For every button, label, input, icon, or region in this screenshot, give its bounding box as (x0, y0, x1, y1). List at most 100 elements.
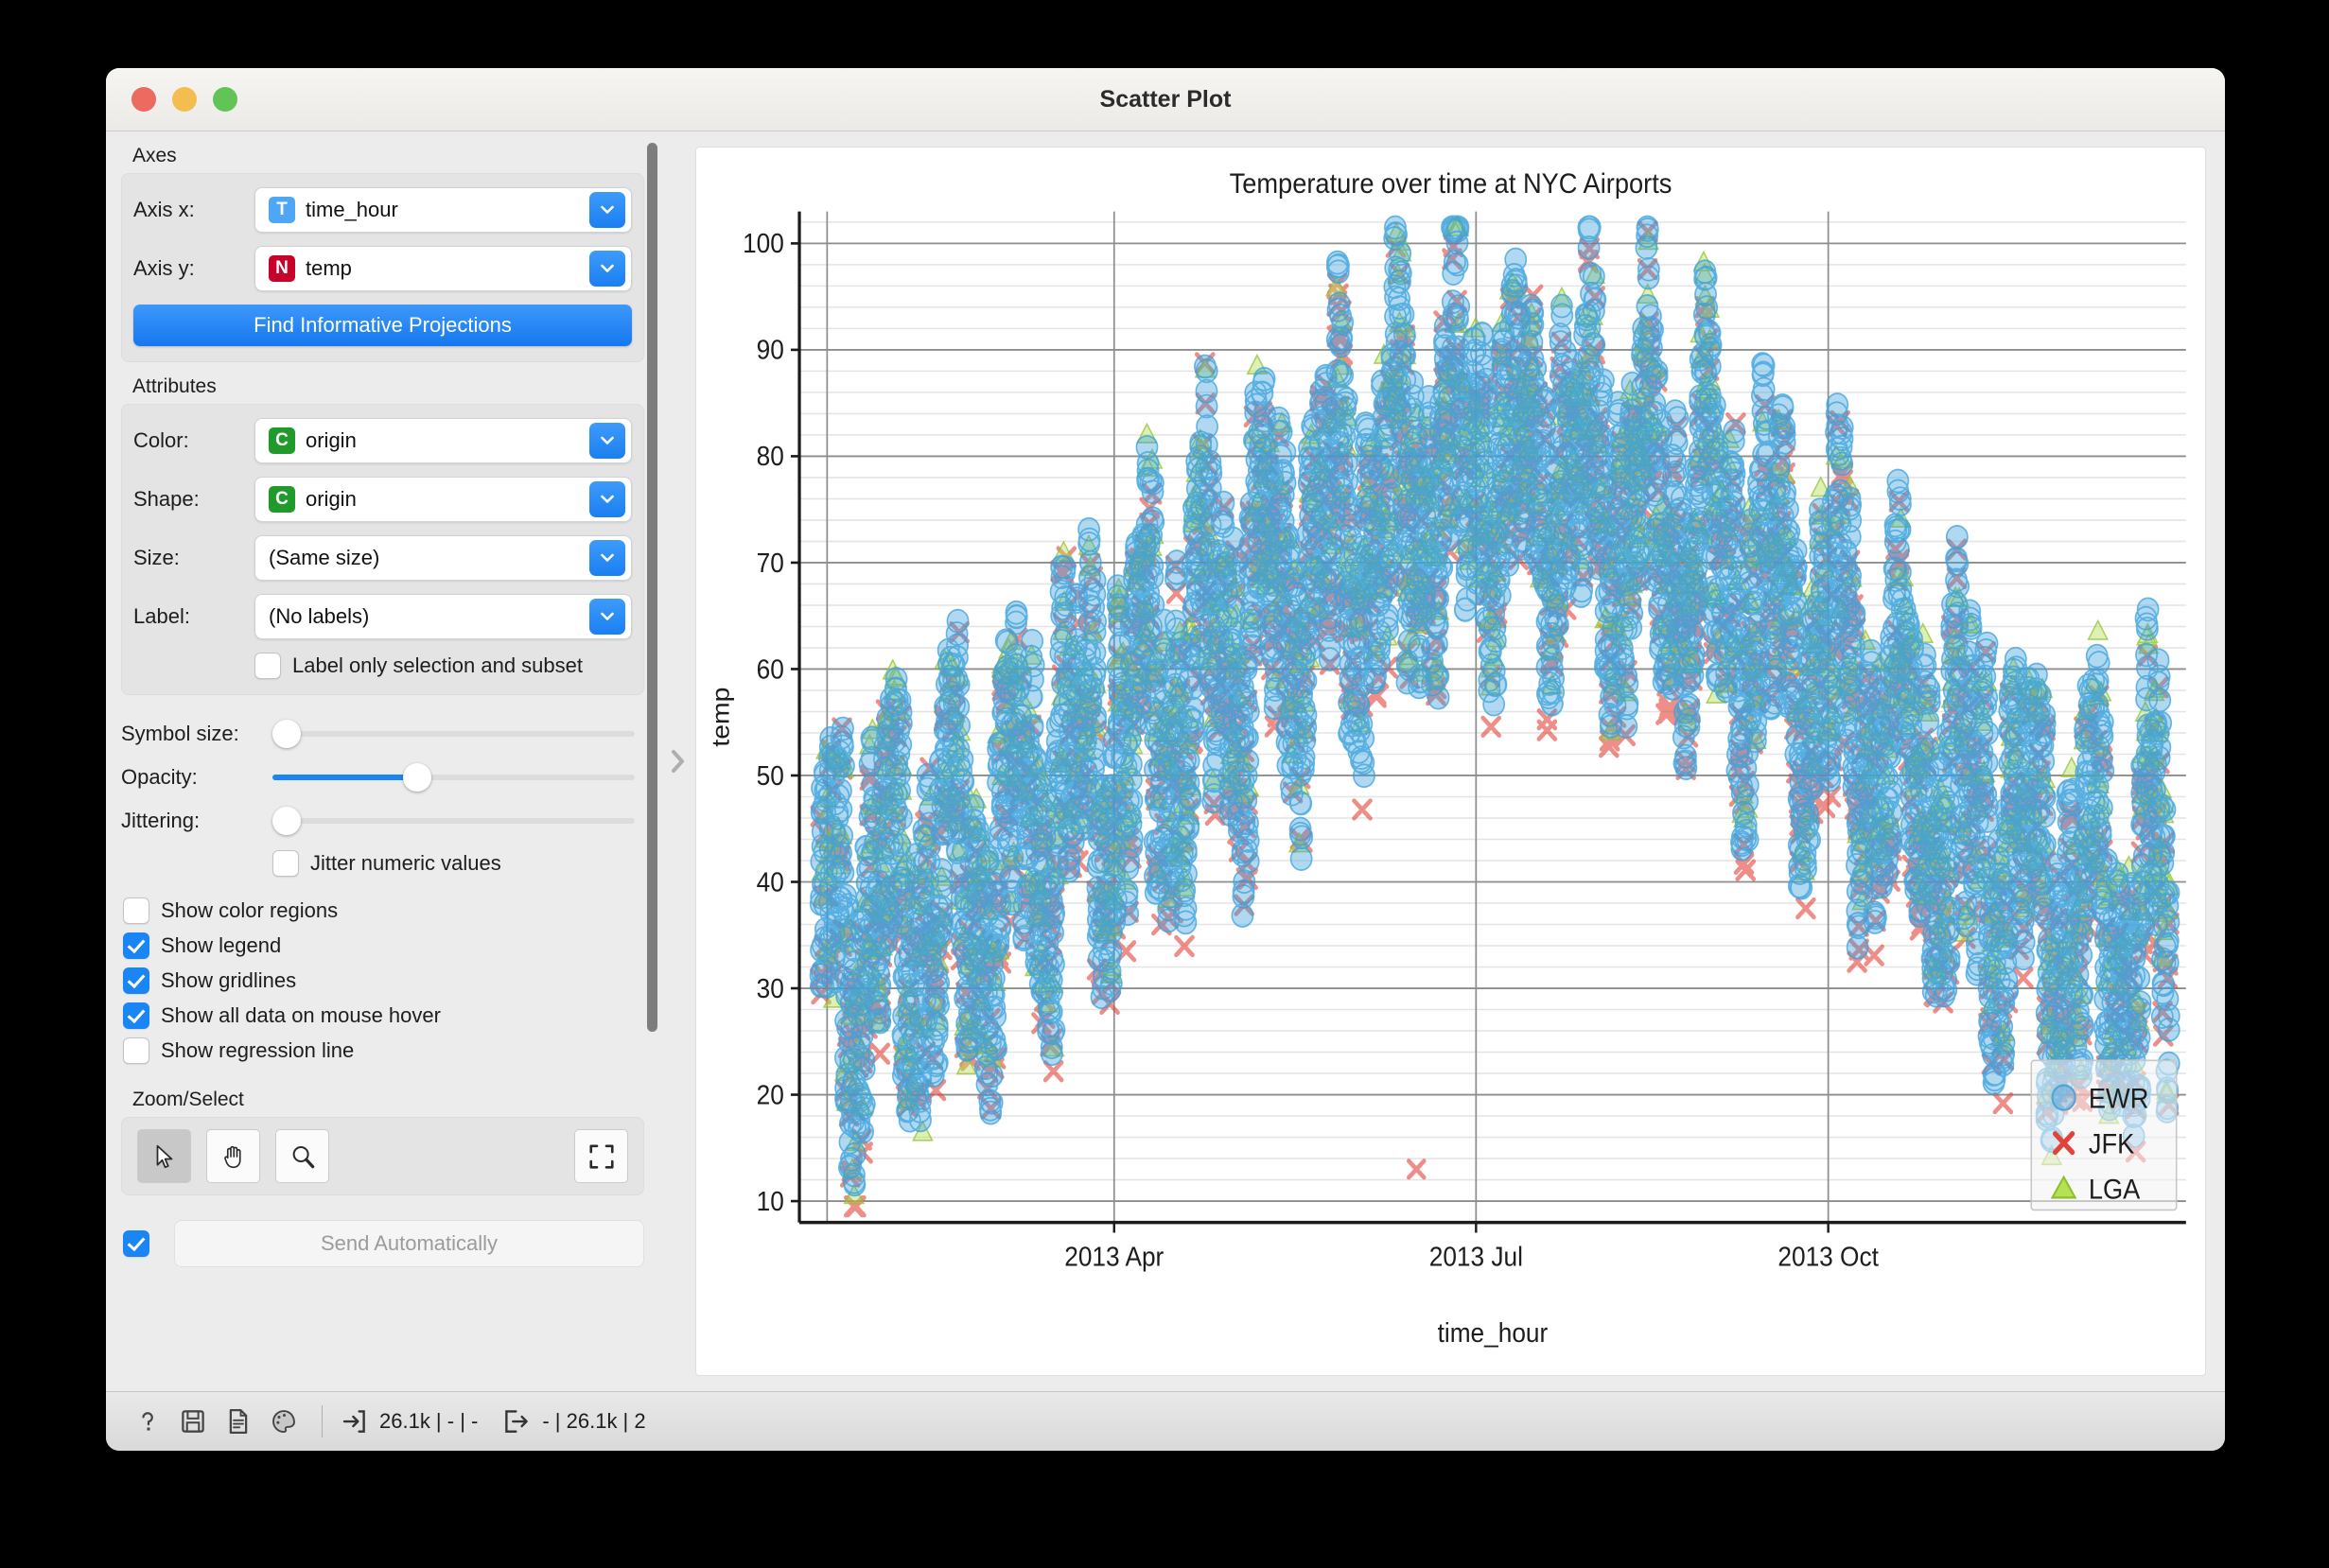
symbol-size-row: Symbol size: (121, 720, 644, 748)
variable-type-categorical-icon: C (269, 427, 295, 454)
maximize-button[interactable] (213, 87, 237, 112)
sliders-block: Symbol size: Opacity: Jittering: Jitter … (121, 720, 644, 877)
control-panel: Axes Axis x: T time_hour Axis y: N temp … (106, 131, 659, 1391)
show-color-regions-checkbox[interactable] (123, 897, 149, 924)
save-icon[interactable] (172, 1401, 214, 1442)
show-regression-line-checkbox[interactable] (123, 1037, 149, 1064)
svg-text:2013 Oct: 2013 Oct (1777, 1241, 1879, 1271)
slider-fill (272, 775, 418, 780)
chevron-down-icon[interactable] (589, 481, 625, 517)
scrollbar-thumb[interactable] (647, 143, 657, 1032)
close-button[interactable] (131, 87, 156, 112)
chevron-down-icon[interactable] (589, 192, 625, 228)
legend-label-jfk[interactable]: JFK (2089, 1129, 2135, 1160)
jitter-numeric-checkbox[interactable] (272, 850, 299, 877)
plot-card[interactable]: Temperature over time at NYC Airports 10… (695, 147, 2206, 1376)
slider-track (272, 818, 635, 824)
size-value: (Same size) (269, 546, 380, 569)
color-row: Color: C origin (133, 418, 632, 463)
select-tool-button[interactable] (137, 1129, 191, 1183)
show-color-regions-row[interactable]: Show color regions (123, 897, 644, 924)
show-legend-checkbox[interactable] (123, 932, 149, 959)
show-all-data-on-hover-checkbox[interactable] (123, 1002, 149, 1029)
label-combobox[interactable]: (No labels) (254, 594, 632, 639)
show-all-data-on-hover-row[interactable]: Show all data on mouse hover (123, 1002, 644, 1029)
symbol-size-slider[interactable] (272, 720, 635, 748)
axis-x-combobox[interactable]: T time_hour (254, 187, 632, 233)
chevron-down-icon[interactable] (589, 423, 625, 459)
jittering-row: Jittering: (121, 807, 644, 835)
show-gridlines-row[interactable]: Show gridlines (123, 967, 644, 994)
legend-label-lga[interactable]: LGA (2089, 1175, 2141, 1206)
slider-handle[interactable] (403, 763, 432, 792)
color-combobox[interactable]: C origin (254, 418, 632, 463)
reset-zoom-button[interactable] (574, 1129, 628, 1183)
show-all-data-on-hover-label: Show all data on mouse hover (161, 1003, 441, 1027)
show-legend-row[interactable]: Show legend (123, 932, 644, 959)
slider-handle[interactable] (272, 720, 301, 748)
scatter-plot-canvas[interactable]: Temperature over time at NYC Airports 10… (696, 148, 2205, 1375)
variable-type-categorical-icon: C (269, 486, 295, 513)
label-only-selection-checkbox[interactable] (254, 653, 281, 679)
plot-panel: Temperature over time at NYC Airports 10… (695, 131, 2225, 1391)
show-color-regions-label: Show color regions (161, 898, 339, 922)
send-automatically-button[interactable]: Send Automatically (174, 1220, 644, 1267)
shape-row: Shape: C origin (133, 477, 632, 522)
opacity-row: Opacity: (121, 763, 644, 792)
show-gridlines-checkbox[interactable] (123, 967, 149, 994)
svg-text:90: 90 (757, 335, 784, 365)
axis-y-combobox[interactable]: N temp (254, 246, 632, 291)
axis-y-value: temp (306, 256, 352, 280)
chart-legend[interactable]: EWR JFK LGA (2030, 1059, 2178, 1211)
axes-group-title: Axes (132, 145, 177, 166)
axis-x-value: time_hour (306, 198, 398, 221)
status-bar: 26.1k | - | - - | 26.1k | 2 (106, 1391, 2225, 1451)
find-informative-projections-button[interactable]: Find Informative Projections (133, 305, 632, 346)
svg-text:100: 100 (743, 228, 784, 258)
data-output-icon (505, 1410, 529, 1433)
report-icon[interactable] (218, 1401, 259, 1442)
chevron-down-icon[interactable] (589, 599, 625, 635)
shape-combobox[interactable]: C origin (254, 477, 632, 522)
window-titlebar: Scatter Plot (106, 68, 2225, 131)
color-label: Color: (133, 428, 189, 452)
legend-label-ewr[interactable]: EWR (2089, 1084, 2149, 1115)
svg-text:50: 50 (757, 760, 784, 791)
panel-splitter[interactable] (659, 131, 695, 1391)
status-divider (322, 1405, 323, 1437)
svg-text:40: 40 (757, 866, 784, 897)
minimize-button[interactable] (172, 87, 197, 112)
svg-text:10: 10 (757, 1186, 784, 1216)
axis-y-label: Axis y: (133, 256, 195, 280)
jittering-label: Jittering: (121, 809, 201, 832)
display-options-block: Show color regions Show legend Show grid… (123, 897, 644, 1064)
fit-to-screen-icon (588, 1143, 614, 1169)
zoom-tool-button[interactable] (275, 1129, 329, 1183)
attributes-group: Attributes Color: C origin Shape: C orig… (121, 375, 644, 695)
chevron-down-icon[interactable] (589, 540, 625, 576)
data-input-icon (342, 1410, 365, 1433)
palette-icon[interactable] (263, 1401, 305, 1442)
help-icon[interactable] (127, 1401, 168, 1442)
send-automatically-checkbox[interactable] (123, 1230, 149, 1257)
opacity-slider[interactable] (272, 763, 635, 792)
color-value: origin (306, 428, 357, 452)
slider-handle[interactable] (272, 807, 301, 835)
zoom-select-group-title: Zoom/Select (132, 1089, 244, 1110)
label-only-selection-label: Label only selection and subset (292, 653, 583, 677)
jittering-slider[interactable] (272, 807, 635, 835)
control-panel-scrollbar[interactable] (644, 143, 659, 1380)
show-regression-line-label: Show regression line (161, 1038, 355, 1062)
size-combobox[interactable]: (Same size) (254, 535, 632, 581)
jitter-numeric-checkbox-row[interactable]: Jitter numeric values (272, 850, 644, 877)
svg-text:60: 60 (757, 653, 784, 684)
input-summary-group: 26.1k | - | - (340, 1407, 478, 1436)
show-gridlines-label: Show gridlines (161, 968, 297, 992)
symbol-size-label: Symbol size: (121, 722, 239, 745)
show-regression-line-row[interactable]: Show regression line (123, 1037, 644, 1064)
chevron-right-icon[interactable] (665, 745, 690, 777)
label-only-selection-checkbox-row[interactable]: Label only selection and subset (254, 653, 632, 679)
chevron-down-icon[interactable] (589, 251, 625, 287)
label-row: Label: (No labels) (133, 594, 632, 639)
pan-tool-button[interactable] (206, 1129, 260, 1183)
